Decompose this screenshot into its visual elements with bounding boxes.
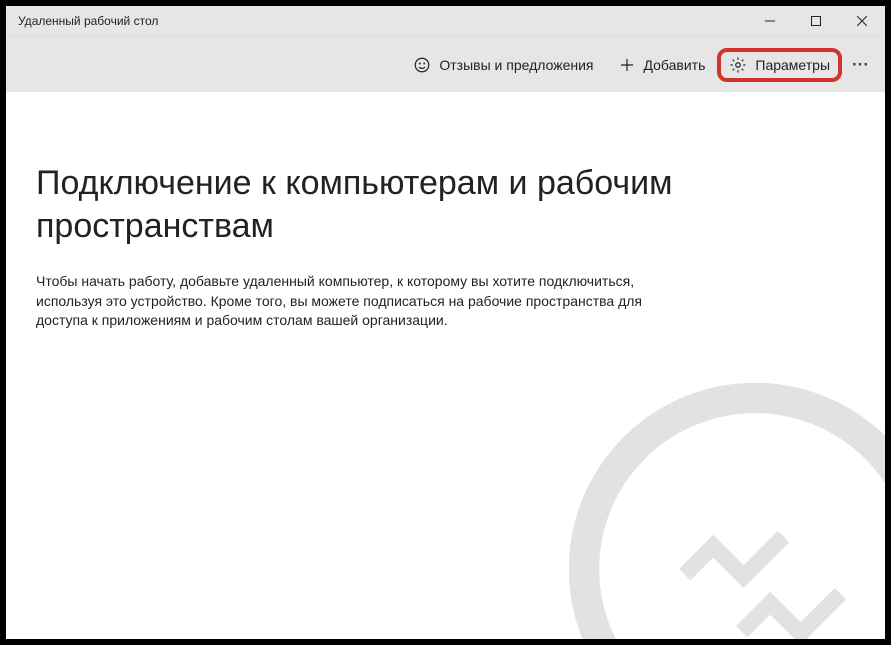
page-heading: Подключение к компьютерам и рабочим прос… xyxy=(36,162,855,247)
gear-icon xyxy=(729,56,747,74)
page-description: Чтобы начать работу, добавьте удаленный … xyxy=(36,272,656,331)
window-controls xyxy=(747,6,885,36)
content-inner: Подключение к компьютерам и рабочим прос… xyxy=(36,162,855,331)
more-button[interactable]: ··· xyxy=(842,47,879,83)
plus-icon xyxy=(618,56,636,74)
minimize-icon xyxy=(765,16,775,26)
add-button[interactable]: Добавить xyxy=(606,48,718,82)
maximize-button[interactable] xyxy=(793,6,839,36)
close-button[interactable] xyxy=(839,6,885,36)
content-area: Подключение к компьютерам и рабочим прос… xyxy=(6,92,885,639)
close-icon xyxy=(857,16,867,26)
more-icon: ··· xyxy=(852,55,869,75)
feedback-button[interactable]: Отзывы и предложения xyxy=(401,48,605,82)
smiley-icon xyxy=(413,56,431,74)
title-bar: Удаленный рабочий стол xyxy=(6,6,885,36)
app-window: Удаленный рабочий стол О xyxy=(6,6,885,639)
command-bar: Отзывы и предложения Добавить Параметры … xyxy=(6,36,885,92)
minimize-button[interactable] xyxy=(747,6,793,36)
add-label: Добавить xyxy=(644,57,706,73)
remote-desktop-logo xyxy=(565,379,885,639)
maximize-icon xyxy=(811,16,821,26)
feedback-label: Отзывы и предложения xyxy=(439,57,593,73)
settings-label: Параметры xyxy=(755,57,830,73)
window-title: Удаленный рабочий стол xyxy=(18,14,158,28)
settings-button[interactable]: Параметры xyxy=(717,48,842,82)
